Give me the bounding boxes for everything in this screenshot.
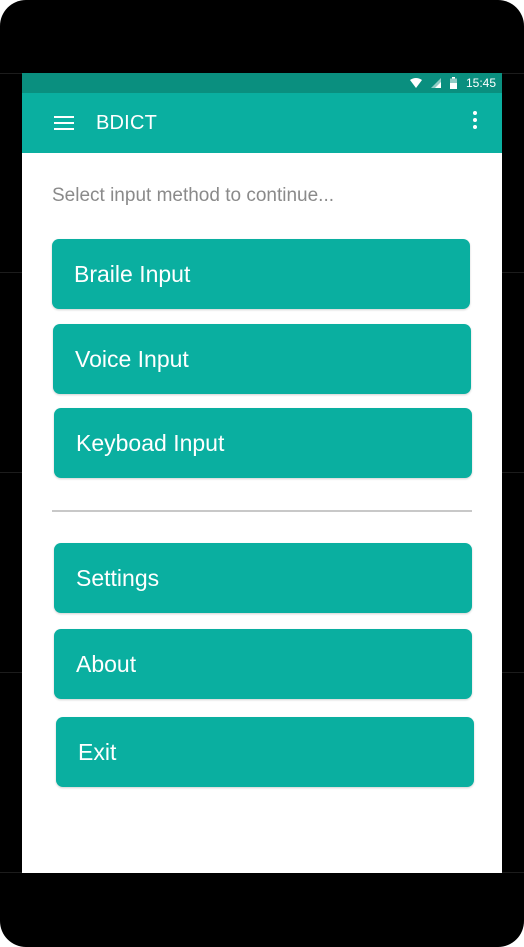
app-title: BDICT bbox=[96, 112, 157, 134]
voice-input-button[interactable]: Voice Input bbox=[53, 324, 471, 394]
status-time: 15:45 bbox=[465, 76, 496, 90]
status-bar: 15:45 bbox=[22, 73, 502, 93]
phone-frame: 15:45 BDICT Select input method to conti… bbox=[0, 0, 524, 947]
keyboard-input-button[interactable]: Keyboad Input bbox=[54, 408, 472, 478]
signal-icon bbox=[430, 78, 441, 88]
status-icons: 15:45 bbox=[409, 73, 496, 93]
settings-button[interactable]: Settings bbox=[54, 543, 472, 613]
overflow-menu-icon[interactable] bbox=[468, 111, 482, 129]
wifi-icon bbox=[409, 78, 422, 88]
app-toolbar: BDICT bbox=[22, 93, 502, 153]
hamburger-menu-icon[interactable] bbox=[54, 116, 74, 130]
instruction-text: Select input method to continue... bbox=[52, 185, 335, 206]
braille-input-button[interactable]: Braile Input bbox=[52, 239, 470, 309]
battery-icon bbox=[449, 77, 457, 89]
app-screen: 15:45 BDICT Select input method to conti… bbox=[22, 73, 502, 873]
exit-button[interactable]: Exit bbox=[56, 717, 474, 787]
about-button[interactable]: About bbox=[54, 629, 472, 699]
divider bbox=[52, 510, 472, 512]
